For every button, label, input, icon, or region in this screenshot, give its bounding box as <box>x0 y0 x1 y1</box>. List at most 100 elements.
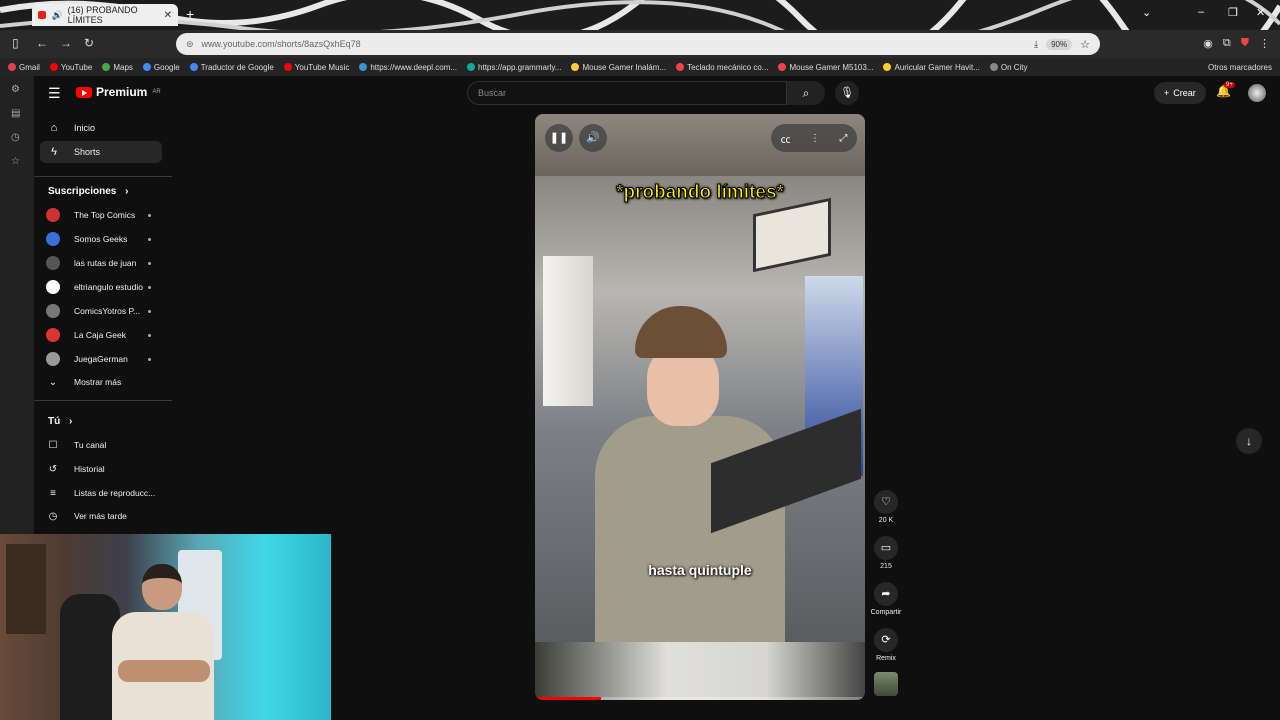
pause-icon: ❚❚ <box>549 132 569 144</box>
you-heading[interactable]: Tú › <box>48 416 72 427</box>
favorites-icon[interactable]: ☆ <box>11 156 20 167</box>
bookmark-item[interactable]: Gmail <box>8 63 40 72</box>
address-bar[interactable]: ⊜ www.youtube.com/shorts/8azsQxhEq78 ⤓ 9… <box>176 33 1100 55</box>
sidebar-item-tu-canal[interactable]: ☐ Tu canal <box>46 435 158 455</box>
bookmark-item[interactable]: Google <box>142 63 180 72</box>
search-button[interactable]: ⌕ <box>787 81 825 105</box>
minimize-icon[interactable]: – <box>1198 6 1204 18</box>
tab-title: (16) PROBANDO LÍMITES <box>67 5 138 25</box>
bookmark-item[interactable]: Maps <box>102 63 133 72</box>
more-options-icon[interactable]: ⋮ <box>810 133 820 144</box>
share-action[interactable]: ➦ Compartir <box>871 582 901 616</box>
subscription-item[interactable]: Somos Geeks <box>46 229 158 249</box>
close-tab-icon[interactable]: ✕ <box>164 10 172 21</box>
search-input[interactable]: Buscar <box>467 81 787 105</box>
bookmark-favicon-icon <box>989 63 998 71</box>
remix-action[interactable]: ⟳ Remix <box>872 628 900 662</box>
remix-icon: ⟳ <box>874 628 898 652</box>
plus-icon: + <box>1164 88 1170 98</box>
bookmark-label: Teclado mecánico co... <box>687 62 769 72</box>
other-bookmarks[interactable]: Otros marcadores <box>1208 63 1280 72</box>
bookmark-item[interactable]: Traductor de Google <box>189 63 274 72</box>
extensions-puzzle-icon[interactable]: ⧉ <box>1223 37 1231 50</box>
comments-action[interactable]: ▭ 215 <box>872 536 900 570</box>
youtube-premium-logo[interactable]: Premium AR <box>76 85 161 99</box>
url-text: www.youtube.com/shorts/8azsQxhEq78 <box>201 39 361 49</box>
menu-icon[interactable]: ⋮ <box>1259 37 1270 50</box>
subscription-item[interactable]: eltriangulo estudio <box>46 277 158 297</box>
sidebar-item-shorts[interactable]: ϟ Shorts <box>40 141 162 163</box>
voice-search-button[interactable]: 🎙 <box>835 81 859 105</box>
tab-search-icon[interactable]: ⌄ <box>1142 6 1151 19</box>
bookmark-favicon-icon <box>283 63 292 71</box>
forward-icon[interactable]: → <box>60 36 72 50</box>
account-avatar[interactable] <box>1248 84 1266 102</box>
sidebar-item-historial[interactable]: ↺ Historial <box>46 459 158 479</box>
sidebar-item-label: Shorts <box>74 147 101 157</box>
show-more-button[interactable]: ⌄ Mostrar más <box>46 372 158 392</box>
pause-button[interactable]: ❚❚ <box>545 124 573 152</box>
heart-icon: ♡ <box>874 490 898 514</box>
subscription-label: ComicsYotros P... <box>74 306 141 316</box>
back-icon[interactable]: ← <box>36 36 48 50</box>
youtube-logo-icon <box>76 86 92 98</box>
new-content-dot <box>148 286 151 289</box>
channel-avatar <box>46 232 60 246</box>
sidebar-item-label: Inicio <box>74 123 96 133</box>
history-icon[interactable]: ◷ <box>11 132 20 143</box>
sidebar-item-inicio[interactable]: ⌂ Inicio <box>40 117 162 139</box>
download-icon[interactable]: ⤓ <box>1034 39 1038 50</box>
subscription-item[interactable]: La Caja Geek <box>46 325 158 345</box>
subscription-item[interactable]: ComicsYotros P... <box>46 301 158 321</box>
bookmark-item[interactable]: Teclado mecánico co... <box>676 63 768 72</box>
browser-tab[interactable]: 🔊 (16) PROBANDO LÍMITES ✕ <box>32 4 178 26</box>
sidebar-item-watch-later[interactable]: ◷ Ver más tarde <box>46 506 158 526</box>
bookmark-favicon-icon <box>49 63 58 71</box>
bookmark-item[interactable]: Mouse Gamer Inalám... <box>571 63 666 72</box>
sound-thumbnail[interactable] <box>874 672 898 696</box>
shorts-video-player[interactable]: *probando límites* hasta quintuple ❚❚ 🔊 … <box>535 114 865 700</box>
bookmark-item[interactable]: YouTube Music <box>283 63 349 72</box>
create-button[interactable]: + Crear <box>1154 82 1206 104</box>
home-icon: ⌂ <box>50 122 58 134</box>
bookmarks-bar: Gmail YouTube Maps Google Traductor de Googl… <box>0 58 1280 76</box>
create-label: Crear <box>1173 88 1196 98</box>
volume-button[interactable]: 🔊 <box>579 124 607 152</box>
like-action[interactable]: ♡ 20 K <box>872 490 900 524</box>
bookmark-item[interactable]: On City <box>989 63 1028 72</box>
subscriptions-heading[interactable]: Suscripciones › <box>48 186 128 197</box>
video-bottom-area <box>535 642 865 700</box>
zoom-level[interactable]: 90% <box>1046 38 1073 50</box>
bookmark-item[interactable]: YouTube <box>49 63 92 72</box>
restore-icon[interactable]: ❐ <box>1228 6 1238 19</box>
extension-icon[interactable]: ◉ <box>1203 37 1213 50</box>
close-window-icon[interactable]: ✕ <box>1256 6 1265 19</box>
next-short-button[interactable]: ↓ <box>1236 428 1262 454</box>
video-progress-bar[interactable] <box>535 697 865 700</box>
channel-avatar <box>46 256 60 270</box>
sidebar-toggle-icon[interactable]: ▯ <box>12 36 19 50</box>
new-tab-button[interactable]: + <box>186 6 194 22</box>
site-info-icon[interactable]: ⊜ <box>186 39 194 50</box>
adblock-icon[interactable]: ⛊ <box>1241 37 1249 50</box>
subscription-item[interactable]: las rutas de juan <box>46 253 158 273</box>
subscription-item[interactable]: JuegaGerman <box>46 349 158 369</box>
reading-list-icon[interactable]: ▤ <box>11 108 20 119</box>
captions-icon[interactable]: ㏄ <box>781 131 791 146</box>
share-label: Compartir <box>870 609 902 616</box>
you-title: Tú <box>48 416 61 427</box>
bookmark-item[interactable]: https://app.grammarly... <box>467 63 561 72</box>
bookmark-item[interactable]: Auricular Gamer Havit... <box>883 63 980 72</box>
bookmark-favicon-icon <box>359 63 368 71</box>
chevron-right-icon: › <box>125 186 129 197</box>
bookmark-item[interactable]: Mouse Gamer M5103... <box>778 63 873 72</box>
settings-icon[interactable]: ⚙ <box>11 84 20 95</box>
bookmark-item[interactable]: https://www.deepl.com... <box>359 63 457 72</box>
menu-hamburger-icon[interactable]: ☰ <box>48 85 61 102</box>
bookmark-star-icon[interactable]: ☆ <box>1080 38 1090 51</box>
fullscreen-icon[interactable]: ⤢ <box>839 133 847 144</box>
reload-icon[interactable]: ↻ <box>84 36 94 50</box>
sidebar-item-playlists[interactable]: ≡ Listas de reproducc... <box>46 483 158 503</box>
subscription-item[interactable]: The Top Comics <box>46 205 158 225</box>
youtube-favicon-icon <box>38 11 47 19</box>
